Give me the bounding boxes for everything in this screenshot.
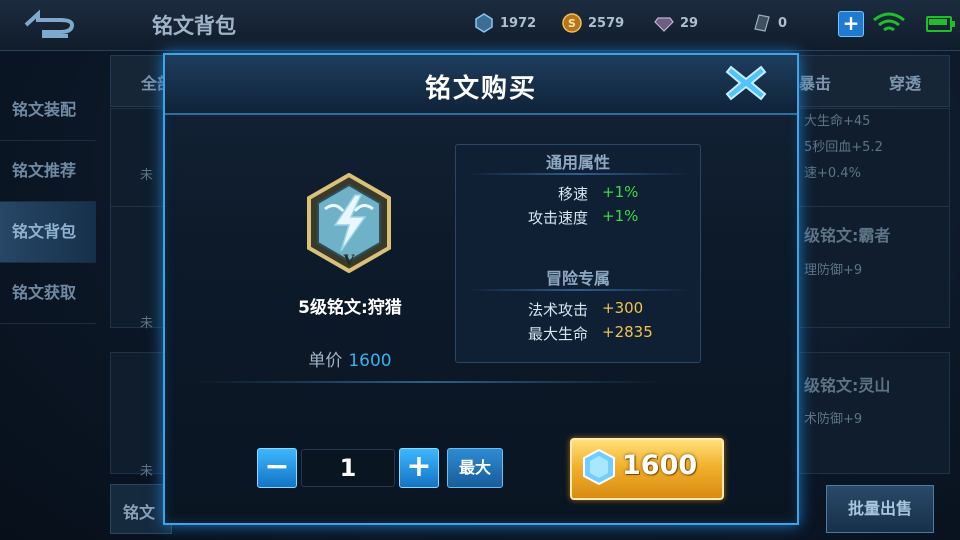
attribute-name: 最大生命 bbox=[527, 325, 588, 343]
sidebar-item-rune-bag[interactable]: 铭文背包 bbox=[0, 202, 96, 263]
gem-value: 29 bbox=[680, 15, 699, 31]
rune-fragment-icon bbox=[754, 14, 770, 32]
tab-crit[interactable]: 暴击 bbox=[799, 70, 831, 94]
wifi-icon bbox=[873, 12, 905, 32]
attribute-value: +1% bbox=[602, 183, 639, 201]
divider bbox=[466, 289, 690, 291]
general-attributes-header: 通用属性 bbox=[545, 153, 610, 172]
attribute-value: +1% bbox=[602, 207, 639, 225]
bottom-left-label: 铭文 bbox=[123, 503, 156, 522]
gold-coin-icon: S bbox=[562, 13, 582, 33]
svg-text:S: S bbox=[568, 17, 576, 30]
dialog-header: 铭文购买 bbox=[165, 55, 797, 115]
battery-icon bbox=[926, 16, 955, 32]
unit-price-label: 单价 bbox=[308, 351, 343, 371]
attribute-row: 法术攻击 +300 bbox=[456, 299, 700, 321]
unit-price: 单价 1600 bbox=[225, 346, 475, 371]
decrease-quantity-button[interactable]: − bbox=[257, 448, 297, 488]
rune-card-stat: 理防御+9 bbox=[804, 263, 863, 278]
attribute-value: +300 bbox=[602, 299, 644, 317]
gold-value: 2579 bbox=[588, 15, 625, 31]
tab-pierce[interactable]: 穿透 bbox=[889, 70, 921, 94]
fragment-counter: 0 bbox=[752, 12, 787, 34]
sidebar-item-label: 铭文获取 bbox=[12, 283, 77, 302]
diamond-icon bbox=[583, 449, 615, 485]
attribute-row: 最大生命 +2835 bbox=[456, 323, 700, 345]
unequipped-label: 未 bbox=[140, 316, 154, 331]
close-icon[interactable] bbox=[723, 61, 769, 105]
divider bbox=[195, 381, 665, 383]
rune-card-title: 级铭文:霸者 bbox=[804, 226, 891, 245]
attribute-row: 移速 +1% bbox=[456, 183, 700, 205]
back-arrow-icon[interactable] bbox=[20, 8, 82, 42]
unit-price-value: 1600 bbox=[348, 351, 392, 371]
max-quantity-button[interactable]: 最大 bbox=[447, 448, 503, 488]
batch-sell-button[interactable]: 批量出售 bbox=[826, 485, 934, 533]
stat-peek: 速+0.4% bbox=[804, 166, 861, 181]
adventure-attributes-header: 冒险专属 bbox=[545, 269, 610, 288]
rune-hexagon-icon: V bbox=[307, 173, 391, 273]
sidebar-item-label: 铭文背包 bbox=[12, 222, 77, 241]
gem-icon bbox=[654, 17, 674, 32]
rune-name: 5级铭文:狩猎 bbox=[298, 298, 402, 318]
attribute-name: 法术攻击 bbox=[527, 301, 588, 319]
attribute-name: 攻击速度 bbox=[527, 209, 588, 227]
diamond-icon bbox=[475, 13, 493, 33]
buy-button[interactable]: 1600 bbox=[570, 438, 724, 500]
stat-peek: 5秒回血+5.2 bbox=[804, 140, 883, 155]
rune-level-mark: V bbox=[343, 253, 356, 269]
fragment-value: 0 bbox=[778, 15, 788, 31]
buy-price: 1600 bbox=[622, 450, 698, 481]
sidebar: 铭文装配 铭文推荐 铭文背包 铭文获取 bbox=[0, 80, 96, 324]
rune-card-stat: 术防御+9 bbox=[804, 412, 863, 427]
rune-card-title: 级铭文:灵山 bbox=[804, 376, 891, 395]
unequipped-label: 未 bbox=[140, 464, 154, 479]
sidebar-item-rune-obtain[interactable]: 铭文获取 bbox=[0, 263, 96, 324]
quantity-field[interactable]: 1 bbox=[301, 449, 395, 487]
divider bbox=[466, 173, 690, 175]
sidebar-item-rune-recommend[interactable]: 铭文推荐 bbox=[0, 141, 96, 202]
sidebar-item-label: 铭文推荐 bbox=[12, 161, 77, 180]
increase-quantity-button[interactable]: + bbox=[399, 448, 439, 488]
dialog-title: 铭文购买 bbox=[424, 74, 537, 104]
add-currency-button[interactable]: + bbox=[838, 11, 864, 37]
diamond-counter: 1972 bbox=[474, 12, 536, 34]
attribute-row: 攻击速度 +1% bbox=[456, 207, 700, 229]
attribute-value: +2835 bbox=[602, 323, 653, 341]
stat-peek: 大生命+45 bbox=[804, 114, 871, 129]
diamond-value: 1972 bbox=[500, 15, 537, 31]
top-bar: 铭文背包 1972 S 2579 29 0 + bbox=[0, 0, 960, 51]
gem-counter: 29 bbox=[654, 12, 698, 34]
page-title: 铭文背包 bbox=[152, 14, 236, 38]
unequipped-label: 未 bbox=[140, 168, 154, 183]
attribute-name: 移速 bbox=[557, 185, 588, 203]
gold-counter: S 2579 bbox=[562, 12, 624, 34]
rune-purchase-dialog: 铭文购买 V 5级铭文:狩猎 单价 1600 通用属性 移速 +1% 攻击速度 +… bbox=[163, 53, 799, 525]
sidebar-item-rune-equip[interactable]: 铭文装配 bbox=[0, 80, 96, 141]
sidebar-item-label: 铭文装配 bbox=[12, 100, 77, 119]
attributes-panel: 通用属性 移速 +1% 攻击速度 +1% 冒险专属 法术攻击 +300 最大生命… bbox=[455, 144, 701, 363]
